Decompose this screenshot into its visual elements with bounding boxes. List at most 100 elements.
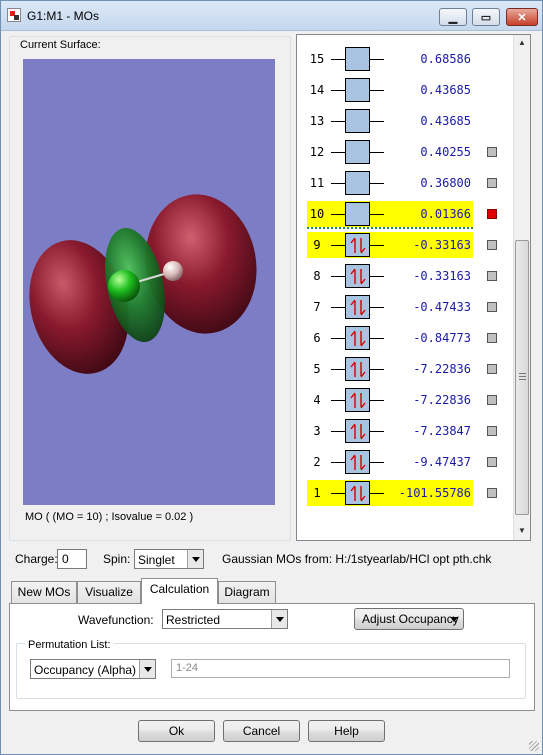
close-button[interactable]: ✕ (506, 8, 538, 26)
orbital-select-box[interactable] (487, 488, 497, 498)
orbital-select-box[interactable] (487, 333, 497, 343)
adjust-occupancy-button[interactable]: Adjust Occupancy (354, 608, 464, 630)
orbital-row[interactable]: 9 -0.33163 (297, 232, 515, 258)
wavefunction-select[interactable]: Restricted (162, 609, 288, 629)
occupancy-value: Occupancy (Alpha) (34, 663, 137, 677)
level-line (331, 338, 345, 339)
orbital-row[interactable]: 6 -0.84773 (297, 325, 515, 351)
spin-value: Singlet (138, 553, 175, 567)
minimize-button[interactable]: ▁ (439, 8, 467, 26)
orbital-row[interactable]: 12 0.40255 (297, 139, 515, 165)
orbital-select-box[interactable] (487, 457, 497, 467)
orbital-row[interactable]: 7 -0.47433 (297, 294, 515, 320)
orbital-row[interactable]: 15 0.68586 (297, 46, 515, 72)
orbital-row[interactable]: 3 -7.23847 (297, 418, 515, 444)
orbital-level-box[interactable] (345, 140, 370, 164)
orbital-number: 13 (309, 114, 325, 128)
orbital-level-box[interactable] (345, 233, 370, 257)
orbital-level-box[interactable] (345, 357, 370, 381)
orbital-level-box[interactable] (345, 481, 370, 505)
orbital-energy: -7.22836 (413, 362, 471, 376)
orbital-row[interactable]: 11 0.36800 (297, 170, 515, 196)
orbital-scrollbar[interactable]: ▲ ▼ (513, 35, 530, 540)
orbital-level-box[interactable] (345, 78, 370, 102)
orbital-level-box[interactable] (345, 171, 370, 195)
orbital-row[interactable]: 4 -7.22836 (297, 387, 515, 413)
orbital-number: 12 (309, 145, 325, 159)
orbital-select-box[interactable] (487, 426, 497, 436)
orbital-energy: -9.47437 (413, 455, 471, 469)
surface-viewport[interactable] (23, 59, 275, 505)
level-line (331, 152, 345, 153)
spin-select[interactable]: Singlet (134, 549, 204, 569)
title-bar[interactable]: G1:M1 - MOs ▁ ▭ ✕ (1, 1, 542, 31)
orbital-number: 10 (309, 207, 325, 221)
orbital-select-box[interactable] (487, 178, 497, 188)
resize-grip-icon[interactable] (529, 741, 539, 751)
grip-line (519, 373, 526, 374)
orbital-row[interactable]: 13 0.43685 (297, 108, 515, 134)
occupancy-select[interactable]: Occupancy (Alpha) (30, 659, 156, 679)
level-line (331, 462, 345, 463)
orbital-energy: 0.43685 (420, 114, 471, 128)
orbital-render (29, 194, 257, 374)
electron-pair-icon (350, 237, 366, 254)
orbital-energy: 0.36800 (420, 176, 471, 190)
scrollbar-thumb[interactable] (515, 240, 529, 515)
orbital-select-box[interactable] (487, 271, 497, 281)
orbital-row[interactable]: 5 -7.22836 (297, 356, 515, 382)
orbital-number: 8 (313, 269, 321, 283)
orbital-energy: -7.23847 (413, 424, 471, 438)
orbital-level-box[interactable] (345, 450, 370, 474)
scroll-up-icon[interactable]: ▲ (514, 35, 530, 51)
tab-diagram[interactable]: Diagram (218, 581, 276, 603)
orbital-row[interactable]: 1 -101.55786 (297, 480, 515, 506)
chevron-down-icon[interactable] (271, 610, 287, 628)
grip-line (519, 379, 526, 380)
orbital-level-box[interactable] (345, 202, 370, 226)
orbital-level-box[interactable] (345, 419, 370, 443)
permutation-range-input[interactable]: 1-24 (171, 659, 510, 678)
cl-atom (108, 270, 140, 302)
dropdown-arrow-icon (450, 617, 458, 622)
orbital-level-box[interactable] (345, 326, 370, 350)
orbital-level-box[interactable] (345, 388, 370, 412)
ok-button[interactable]: Ok (138, 720, 215, 742)
orbital-select-box[interactable] (487, 395, 497, 405)
orbital-level-box[interactable] (345, 47, 370, 71)
app-icon (7, 8, 21, 22)
orbital-row[interactable]: 14 0.43685 (297, 77, 515, 103)
chevron-down-icon[interactable] (139, 660, 155, 678)
orbital-select-box[interactable] (487, 147, 497, 157)
orbital-energy: -0.33163 (413, 238, 471, 252)
orbital-number: 14 (309, 83, 325, 97)
level-line (331, 431, 345, 432)
help-button[interactable]: Help (308, 720, 385, 742)
level-line (331, 276, 345, 277)
chevron-down-icon[interactable] (187, 550, 203, 568)
tab-calculation[interactable]: Calculation (141, 578, 218, 604)
wavefunction-label: Wavefunction: (78, 613, 154, 627)
orbital-row[interactable]: 10 0.01366 (297, 201, 515, 227)
selected-orbital-marker[interactable] (487, 209, 497, 219)
orbital-diagram-panel[interactable]: 15 0.68586 14 0.43685 13 0.43685 12 0.40255 11 0.… (296, 34, 531, 541)
orbital-select-box[interactable] (487, 240, 497, 250)
orbital-row[interactable]: 2 -9.47437 (297, 449, 515, 475)
tab-new-mos[interactable]: New MOs (11, 581, 77, 603)
orbital-energy: -101.55786 (398, 486, 471, 500)
spin-label: Spin: (103, 552, 131, 566)
orbital-select-box[interactable] (487, 364, 497, 374)
orbital-row[interactable]: 8 -0.33163 (297, 263, 515, 289)
cancel-button[interactable]: Cancel (223, 720, 300, 742)
orbital-level-box[interactable] (345, 295, 370, 319)
orbital-number: 9 (313, 238, 321, 252)
scroll-down-icon[interactable]: ▼ (514, 523, 530, 539)
orbital-level-box[interactable] (345, 264, 370, 288)
charge-label: Charge: (15, 552, 58, 566)
charge-input[interactable]: 0 (57, 549, 87, 569)
close-icon: ✕ (517, 12, 527, 24)
orbital-select-box[interactable] (487, 302, 497, 312)
orbital-level-box[interactable] (345, 109, 370, 133)
tab-visualize[interactable]: Visualize (77, 581, 141, 603)
maximize-button[interactable]: ▭ (472, 8, 500, 26)
